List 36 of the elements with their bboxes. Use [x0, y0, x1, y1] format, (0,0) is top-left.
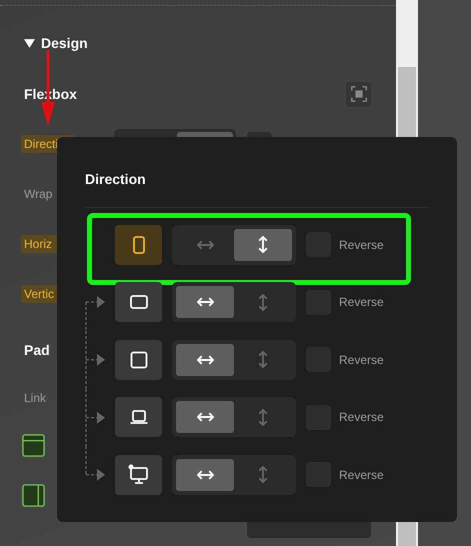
horizontal-option[interactable]: [176, 401, 234, 434]
property-label: Wrap: [23, 186, 54, 203]
horizontal-arrow-icon: [196, 412, 214, 422]
popup-title: Direction: [85, 171, 147, 189]
layout-icon[interactable]: [22, 434, 45, 457]
property-label: Link: [23, 390, 48, 407]
subsection-title: Pad: [24, 342, 50, 358]
horizontal-option[interactable]: [176, 458, 234, 491]
horizontal-arrow-icon: [196, 240, 214, 250]
design-section-header[interactable]: Design: [24, 34, 396, 52]
expand-triangle-icon: [24, 38, 35, 48]
vertical-option[interactable]: [234, 228, 292, 261]
vertical-arrow-icon: [258, 466, 268, 484]
device-button[interactable]: [115, 397, 162, 438]
reverse-label: Reverse: [339, 238, 384, 252]
horizontal-arrow-icon: [196, 470, 214, 480]
reverse-label: Reverse: [339, 352, 384, 367]
vertical-arrow-icon: [258, 408, 268, 426]
desktop-icon: [128, 464, 150, 486]
reverse-label: Reverse: [339, 468, 384, 482]
reverse-label: Reverse: [339, 410, 384, 424]
reverse-label: Reverse: [339, 295, 384, 310]
device-button[interactable]: [115, 282, 162, 322]
layout-icon[interactable]: [22, 484, 45, 507]
vertical-arrow-icon: [258, 351, 268, 368]
horizontal-option[interactable]: [176, 344, 234, 376]
tablet-icon: [128, 350, 148, 370]
focus-button[interactable]: [346, 82, 371, 106]
horizontal-option[interactable]: [176, 286, 234, 318]
vertical-arrow-icon: [258, 294, 268, 311]
device-button[interactable]: [115, 454, 162, 495]
device-button[interactable]: [115, 224, 162, 265]
vertical-arrow-icon: [258, 236, 268, 254]
horizontal-arrow-icon: [196, 354, 214, 365]
horizontal-arrow-icon: [196, 297, 214, 308]
device-button[interactable]: [115, 340, 162, 380]
